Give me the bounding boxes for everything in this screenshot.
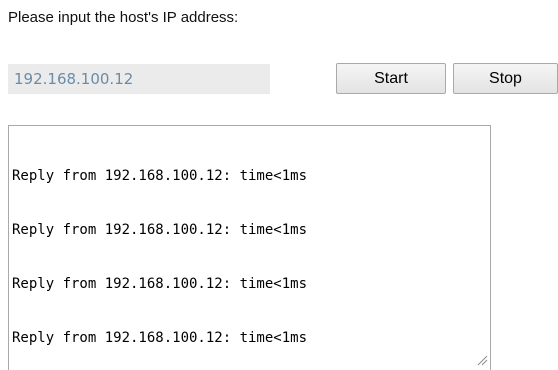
ip-address-input[interactable]	[8, 64, 270, 94]
stop-button[interactable]: Stop	[453, 63, 558, 94]
ping-output-lines: Reply from 192.168.100.12: time<1ms Repl…	[12, 131, 307, 370]
start-button[interactable]: Start	[336, 63, 446, 94]
ip-prompt-label: Please input the host's IP address:	[8, 9, 239, 26]
output-line: Reply from 192.168.100.12: time<1ms	[12, 330, 308, 346]
resize-grip-icon[interactable]	[477, 355, 488, 366]
ping-output-textarea[interactable]: Reply from 192.168.100.12: time<1ms Repl…	[8, 125, 491, 370]
output-line: Reply from 192.168.100.12: time<1ms	[12, 276, 308, 292]
output-line: Reply from 192.168.100.12: time<1ms	[12, 222, 308, 238]
output-line: Reply from 192.168.100.12: time<1ms	[12, 168, 308, 184]
